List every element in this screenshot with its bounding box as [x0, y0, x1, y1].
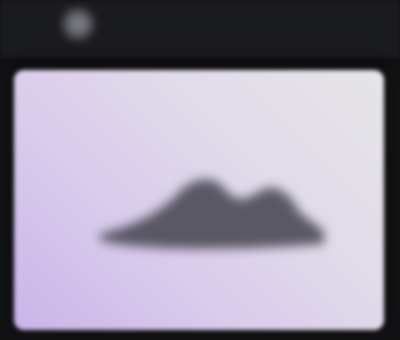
- content-card[interactable]: [14, 70, 384, 330]
- logo-icon[interactable]: [62, 8, 94, 40]
- top-bar: [0, 0, 400, 58]
- illustration-graphic: [100, 179, 324, 249]
